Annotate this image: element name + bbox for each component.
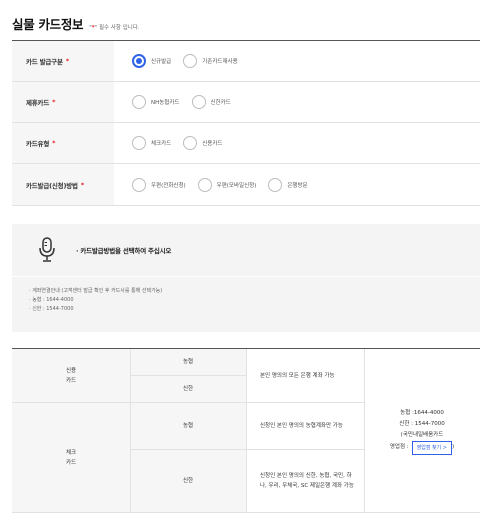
radio-icon[interactable]: [183, 136, 198, 150]
radio-nh-card[interactable]: NH농협카드: [132, 95, 180, 109]
radio-check-card[interactable]: 체크카드: [132, 136, 171, 150]
check-card-label: 체크 카드: [65, 449, 77, 466]
card-type-label: 카드유형 *: [12, 123, 114, 163]
section-header: 실물 카드정보 "*" 필수 사항 입니다.: [12, 14, 140, 33]
note-line: · 신한 : 1544-7000: [29, 306, 74, 312]
form-row-issue-type: 카드 발급구분 * 신규발급 기존카드재사용: [12, 41, 480, 82]
radio-icon[interactable]: [183, 54, 198, 68]
credit-nh-label: 농협: [182, 359, 194, 365]
note-line: · 농협 : 1644-4000: [29, 297, 74, 303]
credit-card-label: 신용 카드: [65, 367, 77, 384]
check-nh-label: 농협: [182, 422, 194, 429]
partner-card-label: 제휴카드 *: [12, 82, 114, 122]
radio-shinhan-card[interactable]: 신한카드: [191, 95, 231, 109]
radio-credit-card[interactable]: 신용카드: [183, 136, 223, 150]
card-account-table: 신용 카드 체크 카드 농협 신한 농협 신한 본인 명의의 모든 은행 계좌 …: [12, 348, 480, 513]
radio-icon[interactable]: [197, 177, 212, 192]
radio-reuse-card[interactable]: 기존카드재사용: [183, 54, 238, 68]
shinhan-phone: 신한 : 1544-7000: [399, 420, 445, 427]
radio-bank-visit[interactable]: 은행방문: [268, 177, 308, 192]
radio-icon[interactable]: [132, 95, 146, 109]
radio-icon[interactable]: [132, 177, 146, 192]
form-row-partner-card: 제휴카드 * NH농협카드 신한카드: [12, 82, 480, 123]
issue-type-label: 카드 발급구분 *: [12, 41, 114, 81]
credit-desc: 본인 명의의 모든 은행 계좌 가능: [260, 372, 335, 379]
radio-new-issue[interactable]: 신규발급: [132, 54, 171, 68]
radio-icon[interactable]: [268, 177, 283, 192]
form-row-card-type: 카드유형 * 체크카드 신용카드: [12, 123, 480, 164]
nh-phone: 농협 :1644-4000: [400, 409, 444, 416]
radio-mail-phone[interactable]: 우편(전화신청): [132, 177, 186, 192]
check-shinhan-label: 신한: [182, 478, 194, 484]
branch-row: 영업점 : 영업점 찾기 > ): [390, 440, 454, 455]
form-row-issue-method: 카드발급(신청)방법 * 우편(전화신청) 우편(모바일신청) 은행방문: [12, 164, 480, 206]
credit-shinhan-label: 신한: [182, 385, 194, 392]
microphone-icon: [39, 237, 55, 262]
page-title: 실물 카드정보: [12, 17, 84, 32]
issue-method-label: 카드발급(신청)방법 *: [12, 164, 114, 205]
radio-mail-mobile[interactable]: 우편(모바일신청): [197, 177, 256, 192]
info-message: · 카드발급방법을 선택하여 주십시오: [76, 247, 172, 255]
contact-cell: 농협 :1644-4000 신한 : 1544-7000 (국민내일배움카드 영…: [364, 349, 480, 513]
check-nh-desc: 신청인 본인 명의의 농협계좌만 가능: [260, 422, 343, 429]
note-line: · 계좌연결안내 (고객센터 발급 확인 후 카드사를 통해 선택가능): [29, 288, 163, 294]
check-shinhan-desc: 신청인 본인 명의의 신한, 농협, 국민, 하나, 우리, 우체국, SC 제…: [260, 473, 354, 489]
contact-note: (국민내일배움카드: [400, 431, 444, 438]
issue-method-info-box: · 카드발급방법을 선택하여 주십시오: [12, 224, 480, 276]
find-branch-button[interactable]: 영업점 찾기 >: [411, 440, 452, 455]
required-note: "*" 필수 사항 입니다.: [89, 25, 140, 31]
radio-selected-icon[interactable]: [132, 54, 146, 68]
radio-icon[interactable]: [132, 136, 146, 150]
radio-icon[interactable]: [191, 95, 206, 109]
card-info-form: 카드 발급구분 * 신규발급 기존카드재사용 제휴카드 * NH농협카드 신한카드 …: [12, 40, 480, 206]
notes-box: · 계좌연결안내 (고객센터 발급 확인 후 카드사를 통해 선택가능) · 농…: [12, 277, 480, 332]
